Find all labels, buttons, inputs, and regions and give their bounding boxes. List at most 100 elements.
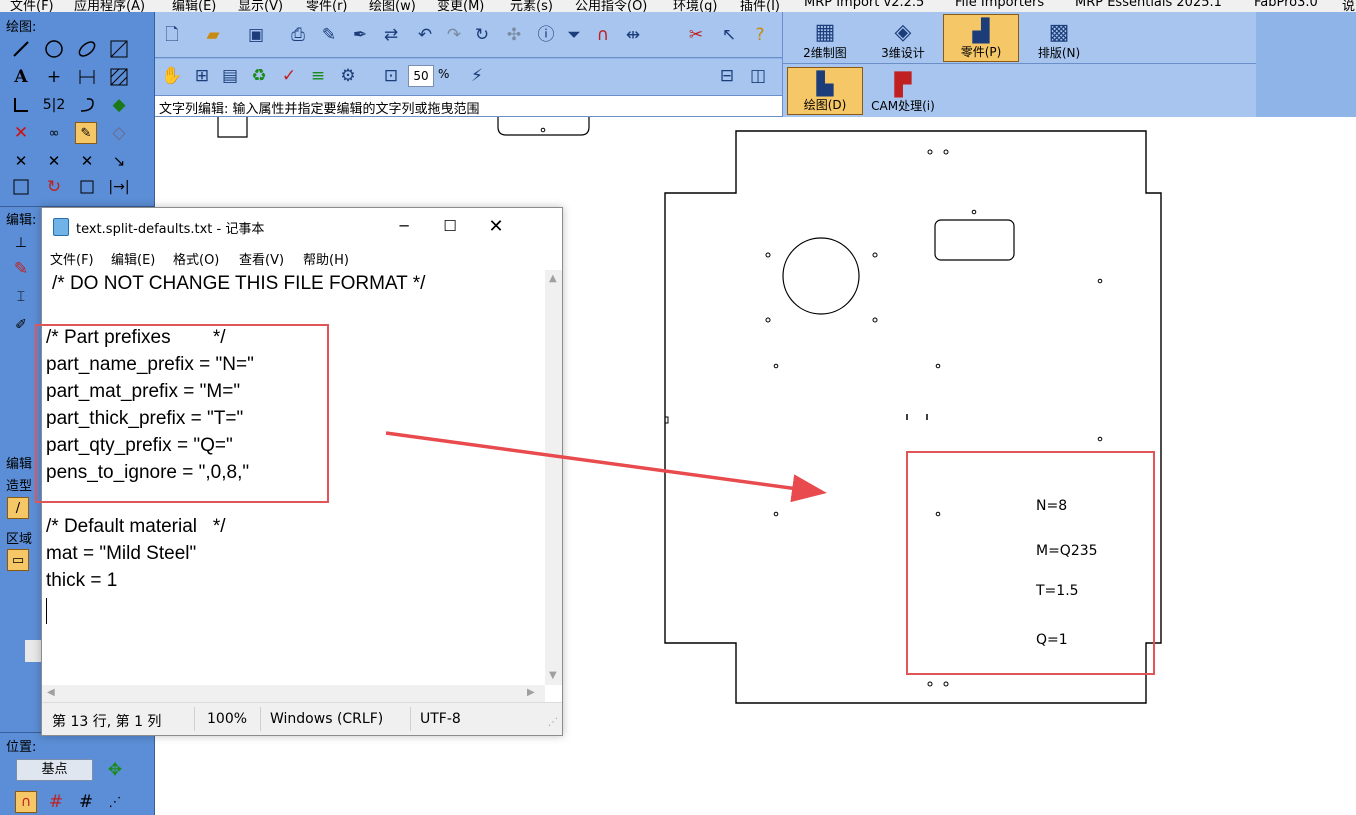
corner-icon[interactable] [10,94,32,116]
mode-part-button[interactable]: ▟ 零件(P) [943,14,1019,62]
menu-view[interactable]: 显示(V) [238,0,283,12]
notepad-menu-file[interactable]: 文件(F) [50,249,94,268]
frame-icon[interactable] [76,176,98,198]
menu-file[interactable]: 文件(F) [10,0,54,12]
stretch-icon[interactable]: ↘ [108,150,130,172]
scroll-left-icon[interactable]: ◀ [47,687,55,698]
pen-icon[interactable]: ✎ [10,258,32,280]
ellipse-icon[interactable] [76,38,98,60]
edit-properties-icon[interactable]: ✎ [75,122,97,144]
box-select-icon[interactable] [10,176,32,198]
menu-environment[interactable]: 环境(g) [673,0,717,12]
mode-nesting-button[interactable]: ▩ 排版(N) [1021,14,1097,62]
glasses-icon[interactable]: ∞ [43,122,65,144]
mode-cam-button[interactable]: ▛ CAM处理(i) [865,67,941,115]
angle-snap-icon[interactable]: ⋰ [104,791,126,813]
redo-icon[interactable]: ↷ [443,24,465,46]
cut-icon[interactable]: ✂ [685,24,707,46]
save-icon[interactable]: ▣ [245,24,267,46]
move-arrows-icon[interactable]: ✥ [104,759,126,781]
edit-dim2-icon[interactable]: ⌶ [10,286,32,308]
menu-file-importers[interactable]: File Importers [955,0,1044,10]
rotate-icon[interactable]: ↻ [43,176,65,198]
menu-mrp-essentials[interactable]: MRP Essentials 2025.1 [1075,0,1222,10]
scroll-right-icon[interactable]: ▶ [527,687,535,698]
zoom-all-icon[interactable]: ▤ [219,65,241,87]
layer-icon[interactable]: ≡ [307,65,329,87]
notepad-menu-edit[interactable]: 编辑(E) [111,249,155,268]
brush-icon[interactable]: ✐ [10,314,32,336]
basepoint-button[interactable]: 基点 [16,759,93,781]
mode-2d-draw-button[interactable]: ▦ 2维制图 [787,14,863,62]
context-help-icon[interactable]: ↖ [718,24,740,46]
hatch-icon[interactable] [108,66,130,88]
grid-dots-icon[interactable]: # [75,791,97,813]
pencil-icon[interactable]: ✎ [318,24,340,46]
notepad-menu-help[interactable]: 帮助(H) [303,249,349,268]
cross-trim-icon[interactable]: ✕ [10,150,32,172]
refresh-icon[interactable]: ↻ [471,24,493,46]
pen-tool-icon[interactable]: ✒ [349,24,371,46]
transfer-icon[interactable]: ⇄ [380,24,402,46]
scroll-down-icon[interactable]: ▼ [549,670,557,681]
filter-icon[interactable]: ⏷ [563,24,585,46]
print-icon[interactable]: ⎙ [287,24,309,46]
grid-icon[interactable]: # [45,791,67,813]
resize-grip-icon[interactable]: ⋰ [548,717,558,728]
plus-icon[interactable]: + [43,66,65,88]
close-icon[interactable]: ✕ [473,208,519,244]
cross-break-icon[interactable]: ✕ [43,150,65,172]
undo-icon[interactable]: ↶ [414,24,436,46]
help-icon[interactable]: ? [749,24,771,46]
cross-extend-icon[interactable]: ✕ [76,150,98,172]
magnet-icon[interactable]: ∩ [15,791,37,813]
menu-plugins[interactable]: 插件(I) [740,0,780,12]
split-icon[interactable]: 5|2 [43,94,66,116]
edit-dim-icon[interactable]: ⊥ [10,232,32,254]
notepad-menu-view[interactable]: 查看(V) [239,249,284,268]
maximize-icon[interactable]: ☐ [427,208,473,244]
notepad-titlebar[interactable]: text.split-defaults.txt - 记事本 ─ ☐ ✕ [42,208,562,244]
mode-3d-design-button[interactable]: ◈ 3维设计 [865,14,941,62]
stamp-dropdown-icon[interactable]: ⚙ [337,65,359,87]
scroll-up-icon[interactable]: ▲ [549,273,557,284]
menu-help[interactable]: 说 [1342,0,1355,12]
new-file-icon[interactable]: 🗋 [161,24,183,46]
pan-hand-icon[interactable]: ✋ [161,65,183,87]
menu-edit[interactable]: 编辑(E) [172,0,216,12]
zoom-fit-icon[interactable]: ⊡ [380,65,402,87]
dimension-icon[interactable] [76,66,98,88]
text-A-icon[interactable]: A [10,66,32,88]
notepad-menu-format[interactable]: 格式(O) [173,249,219,268]
split-horizontal-icon[interactable]: ⊟ [716,65,738,87]
menu-draw[interactable]: 绘图(w) [369,0,416,12]
check-icon[interactable]: ✓ [278,65,300,87]
vertical-scrollbar[interactable]: ▲ ▼ [545,270,562,685]
menu-element[interactable]: 元素(s) [510,0,553,12]
align-icon[interactable]: |→| [108,176,130,198]
fill-icon[interactable]: ◆ [108,94,130,116]
menu-common-commands[interactable]: 公用指令(O) [575,0,647,12]
info-icon[interactable]: ⓘ [535,24,557,46]
horizontal-scrollbar[interactable]: ◀ ▶ [42,685,545,702]
measure-icon[interactable]: ⇹ [622,24,644,46]
split-vertical-icon[interactable]: ◫ [747,65,769,87]
magnet-toolbar-icon[interactable]: ∩ [592,24,614,46]
region-tool-icon[interactable]: ▭ [7,549,29,571]
recycle-icon[interactable]: ♻ [248,65,270,87]
zoom-window-icon[interactable]: ⊞ [191,65,213,87]
delete-x-icon[interactable]: ✕ [10,122,32,144]
menu-mrp-import[interactable]: MRP Import v2.2.5 [804,0,924,10]
circle-icon[interactable] [43,38,65,60]
zoom-level-input[interactable]: 50 [408,65,434,87]
mode-draw-button[interactable]: ▙ 绘图(D) [787,67,863,115]
menu-fabpro[interactable]: FabPro3.0 [1254,0,1318,10]
menu-part[interactable]: 零件(r) [306,0,348,12]
spiral-icon[interactable] [76,94,98,116]
hatch-box-icon[interactable] [108,38,130,60]
menu-application[interactable]: 应用程序(A) [74,0,145,12]
snap-icon[interactable]: ✣ [503,24,525,46]
model-tool-icon[interactable]: / [7,497,29,519]
line-icon[interactable] [10,38,32,60]
eraser-icon[interactable]: ◇ [108,122,130,144]
